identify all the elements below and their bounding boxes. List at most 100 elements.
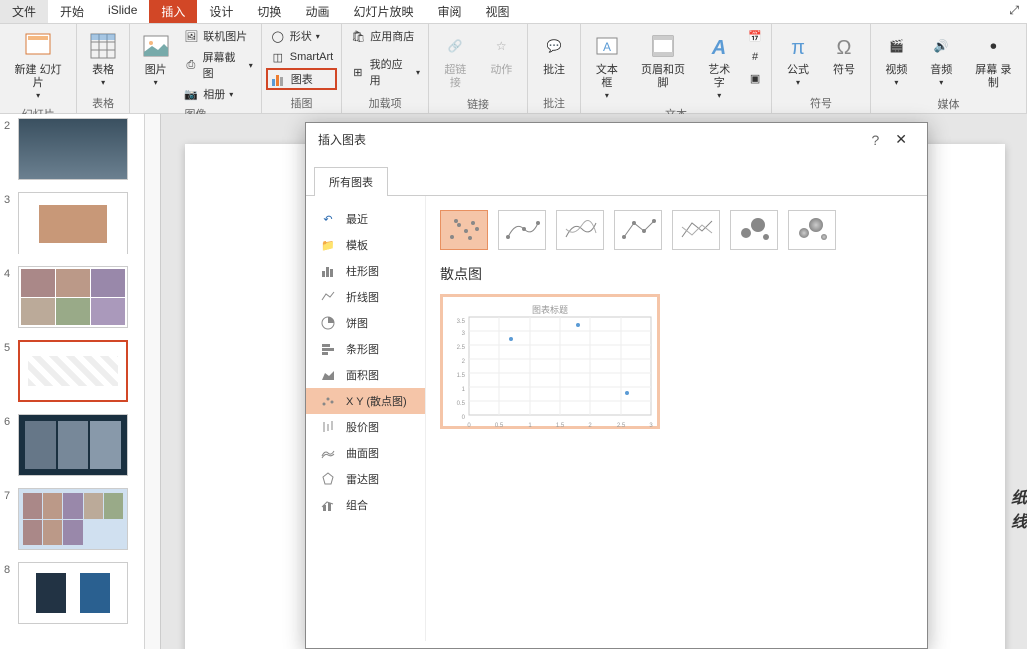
vertical-ruler [145, 114, 161, 649]
recent-icon: ↶ [320, 211, 336, 227]
album-button[interactable]: 📷相册▾ [179, 84, 257, 104]
menu-review[interactable]: 审阅 [425, 0, 473, 23]
collapse-ribbon-icon[interactable]: ⤢ [1001, 0, 1027, 23]
chart-type-radar[interactable]: 雷达图 [306, 466, 425, 492]
chart-type-stock[interactable]: 股价图 [306, 414, 425, 440]
chart-type-list: ↶最近 📁模板 柱形图 折线图 饼图 条形图 面积图 X Y (散点图) 股价图… [306, 196, 426, 641]
svg-text:3: 3 [649, 423, 653, 429]
myapps-button[interactable]: ⊞我的应用▾ [346, 54, 424, 90]
thumb-num: 7 [4, 488, 18, 550]
chart-type-line[interactable]: 折线图 [306, 284, 425, 310]
menu-home[interactable]: 开始 [48, 0, 96, 23]
dialog-title: 插入图表 [318, 131, 863, 148]
chevron-down-icon: ▾ [416, 68, 420, 77]
dialog-header[interactable]: 插入图表 ? ✕ [306, 123, 927, 156]
menu-slideshow[interactable]: 幻灯片放映 [341, 0, 425, 23]
menu-islide[interactable]: iSlide [96, 0, 149, 23]
chart-preview-panel: 散点图 图表标题 [426, 196, 927, 641]
pie-chart-icon [320, 315, 336, 331]
chart-button[interactable]: 图表 [266, 68, 337, 90]
comment-button[interactable]: 💬批注 [532, 26, 576, 81]
ribbon-group-table: 表格 ▾ 表格 [77, 24, 130, 113]
chart-type-column[interactable]: 柱形图 [306, 258, 425, 284]
menu-design[interactable]: 设计 [197, 0, 245, 23]
slide-thumbnails-panel[interactable]: 2 3 4 5 6 7 8 [0, 114, 145, 649]
help-icon[interactable]: ? [863, 132, 887, 148]
object-button[interactable]: ▣ [743, 68, 767, 88]
menu-view[interactable]: 视图 [473, 0, 521, 23]
online-pictures-button[interactable]: 🖼联机图片 [179, 26, 257, 46]
svg-text:A: A [711, 37, 726, 58]
menu-file[interactable]: 文件 [0, 0, 48, 23]
chart-type-recent[interactable]: ↶最近 [306, 206, 425, 232]
hyperlink-button[interactable]: 🔗超链接 [433, 26, 478, 94]
chart-type-pie[interactable]: 饼图 [306, 310, 425, 336]
slide-thumb-selected[interactable] [18, 340, 128, 402]
scatter-subtype-straight-markers[interactable] [614, 210, 662, 250]
thumb-num: 2 [4, 118, 18, 180]
record-button[interactable]: ⏺屏幕 录制 [965, 26, 1022, 94]
picture-icon [140, 30, 172, 62]
action-button[interactable]: ☆动作 [480, 26, 524, 81]
online-pic-icon: 🖼 [183, 28, 199, 44]
scatter-subtype-bubble-3d[interactable] [788, 210, 836, 250]
scatter-subtype-straight[interactable] [672, 210, 720, 250]
slidenum-button[interactable]: # [743, 47, 767, 67]
header-footer-button[interactable]: 页眉和页脚 [631, 26, 696, 94]
scatter-subtype-bubble[interactable] [730, 210, 778, 250]
chart-type-template[interactable]: 📁模板 [306, 232, 425, 258]
smartart-icon: ◫ [270, 49, 286, 65]
chevron-down-icon: ▾ [36, 91, 40, 100]
hyperlink-icon: 🔗 [439, 30, 471, 62]
video-button[interactable]: 🎬视频▾ [875, 26, 918, 91]
date-button[interactable]: 📅 [743, 26, 767, 46]
symbol-button[interactable]: Ω符号 [822, 26, 866, 81]
slide-thumb[interactable] [18, 488, 128, 550]
menu-animation[interactable]: 动画 [293, 0, 341, 23]
wordart-button[interactable]: A艺术字▾ [697, 26, 741, 104]
slide-thumb[interactable] [18, 118, 128, 180]
equation-button[interactable]: π公式▾ [776, 26, 820, 91]
smartart-button[interactable]: ◫SmartArt [266, 47, 337, 67]
new-slide-icon [22, 30, 54, 62]
chart-type-combo[interactable]: 组合 [306, 492, 425, 518]
chart-type-bar[interactable]: 条形图 [306, 336, 425, 362]
slide-thumb[interactable] [18, 414, 128, 476]
table-button[interactable]: 表格 ▾ [81, 26, 125, 91]
shapes-button[interactable]: ◯形状▾ [266, 26, 337, 46]
picture-button[interactable]: 图片 ▾ [134, 26, 177, 91]
svg-text:3: 3 [462, 331, 466, 337]
ribbon-group-links: 🔗超链接 ☆动作 链接 [429, 24, 528, 113]
chart-type-surface[interactable]: 曲面图 [306, 440, 425, 466]
chart-type-scatter[interactable]: X Y (散点图) [306, 388, 425, 414]
scatter-subtype-markers[interactable] [440, 210, 488, 250]
slide-thumb[interactable] [18, 562, 128, 624]
chevron-down-icon: ▾ [316, 32, 320, 41]
slide-thumb[interactable] [18, 192, 128, 254]
svg-text:2: 2 [588, 423, 592, 429]
ribbon-group-slides: 新建 幻灯片 ▾ 幻灯片 [0, 24, 77, 113]
scatter-subtype-smooth[interactable] [556, 210, 604, 250]
header-footer-icon [647, 30, 679, 62]
slidenum-icon: # [747, 49, 763, 65]
close-icon[interactable]: ✕ [887, 131, 915, 148]
chevron-down-icon: ▾ [249, 61, 253, 70]
ribbon-group-symbols: π公式▾ Ω符号 符号 [772, 24, 871, 113]
thumb-num: 3 [4, 192, 18, 254]
bar-chart-icon [320, 341, 336, 357]
scatter-subtype-smooth-markers[interactable] [498, 210, 546, 250]
textbox-button[interactable]: A文本框▾ [585, 26, 629, 104]
chart-type-area[interactable]: 面积图 [306, 362, 425, 388]
store-button[interactable]: 🛍应用商店 [346, 26, 424, 46]
screenshot-button[interactable]: ⎙屏幕截图▾ [179, 47, 257, 83]
ribbon-group-addins: 🛍应用商店 ⊞我的应用▾ 加载项 [342, 24, 429, 113]
chart-preview-thumbnail[interactable]: 图表标题 [440, 294, 660, 429]
new-slide-button[interactable]: 新建 幻灯片 ▾ [4, 26, 72, 104]
slide-thumb[interactable] [18, 266, 128, 328]
audio-button[interactable]: 🔊音频▾ [920, 26, 963, 91]
menu-insert[interactable]: 插入 [149, 0, 197, 23]
tab-all-charts[interactable]: 所有图表 [314, 167, 388, 196]
menu-transition[interactable]: 切换 [245, 0, 293, 23]
symbol-icon: Ω [828, 30, 860, 62]
chart-icon [271, 71, 287, 87]
